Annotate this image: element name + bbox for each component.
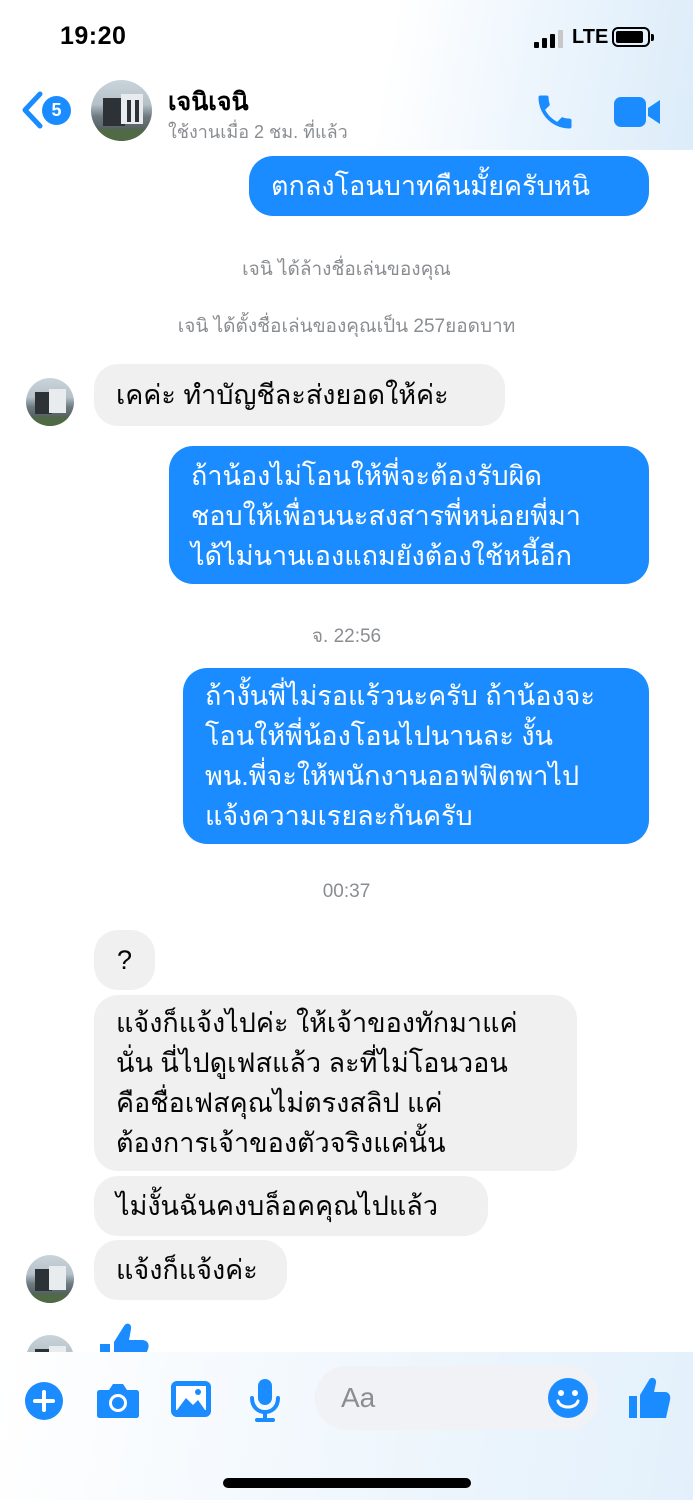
emoji-icon[interactable]	[547, 1377, 589, 1419]
message-line: ถ้าน้องไม่โอนให้พี่จะต้องรับผิด	[191, 461, 542, 491]
message-line: ได้ไม่นานเองแถมยังต้องใช้หนี้อีก	[191, 541, 573, 571]
message-line: แจ้งความเรยละกันครับ	[205, 801, 473, 831]
back-chevron-icon	[22, 91, 43, 129]
system-notice: เจนิ ได้ล้างชื่อเล่นของคุณ	[242, 259, 451, 280]
message-outgoing[interactable]: ตกลงโอนบาทคืนมั้ยครับหนิ	[249, 156, 649, 216]
message-line: ต้องการเจ้าของตัวจริงแค่นั้น	[116, 1128, 446, 1158]
microphone-icon	[250, 1379, 280, 1422]
message-outgoing[interactable]: ถ้างั้นพี่ไม่รอแร้วนะครับ ถ้าน้องจะ โอนใ…	[183, 668, 649, 844]
message-incoming[interactable]: แจ้งก็แจ้งค่ะ	[94, 1240, 287, 1300]
unread-count-badge[interactable]: 5	[42, 96, 71, 125]
camera-icon	[97, 1384, 139, 1418]
message-outgoing[interactable]: ถ้าน้องไม่โอนให้พี่จะต้องรับผิด ชอบให้เพ…	[169, 446, 649, 584]
more-actions-button[interactable]	[24, 1381, 64, 1421]
sender-avatar[interactable]	[26, 378, 74, 426]
message-line: คือชื่อเฟสคุณไม่ตรงสลิป แค่	[116, 1088, 443, 1118]
photo-icon	[171, 1381, 211, 1417]
battery-icon	[612, 27, 654, 47]
message-input-placeholder: Aa	[341, 1382, 376, 1413]
message-line: โอนให้พี่น้องโอนไปนานละ งั้น	[205, 721, 553, 751]
like-button[interactable]	[627, 1376, 671, 1420]
voice-message-button[interactable]	[248, 1378, 282, 1422]
contact-name[interactable]: เจนิเจนิ	[168, 82, 249, 122]
voice-call-button[interactable]	[533, 90, 577, 134]
video-call-button[interactable]	[612, 94, 662, 130]
home-indicator	[223, 1478, 471, 1488]
message-incoming[interactable]: เคค่ะ ทำบัญชีละส่งยอดให้ค่ะ	[94, 364, 505, 426]
message-input[interactable]: Aa	[315, 1366, 599, 1430]
camera-button[interactable]	[96, 1380, 140, 1420]
plus-circle-icon	[25, 1382, 63, 1420]
timestamp: 00:37	[322, 881, 371, 902]
signal-icon	[534, 30, 566, 48]
sender-avatar[interactable]	[26, 1255, 74, 1303]
gallery-button[interactable]	[170, 1380, 212, 1418]
system-notice: เจนิ ได้ตั้งชื่อเล่นของคุณเป็น 257ยอดบาท	[177, 316, 516, 337]
thumbs-up-icon	[629, 1377, 671, 1418]
message-line: ชอบให้เพื่อนนะสงสารพี่หน่อยพี่มา	[191, 501, 581, 531]
message-line: พน.พี่จะให้พนักงานออฟฟิตพาไป	[205, 761, 580, 791]
message-line: แจ้งก็แจ้งไปค่ะ ให้เจ้าของทักมาแค่	[116, 1008, 518, 1038]
contact-last-active: ใช้งานเมื่อ 2 ชม. ที่แล้ว	[168, 122, 348, 142]
video-camera-icon	[614, 97, 660, 127]
message-line: นั่น นี่ไปดูเฟสแล้ว ละที่ไม่โอนวอน	[116, 1048, 508, 1078]
status-time: 19:20	[60, 22, 127, 50]
message-incoming[interactable]: แจ้งก็แจ้งไปค่ะ ให้เจ้าของทักมาแค่ นั่น …	[94, 995, 577, 1171]
phone-icon	[538, 95, 572, 129]
message-line: ถ้างั้นพี่ไม่รอแร้วนะครับ ถ้าน้องจะ	[205, 681, 595, 711]
message-incoming[interactable]: ไม่งั้นฉันคงบล็อคคุณไปแล้ว	[94, 1176, 488, 1236]
network-label: LTE	[572, 26, 609, 48]
contact-avatar[interactable]	[91, 80, 152, 141]
message-incoming[interactable]: ?	[94, 930, 155, 990]
timestamp: จ. 22:56	[311, 626, 382, 647]
